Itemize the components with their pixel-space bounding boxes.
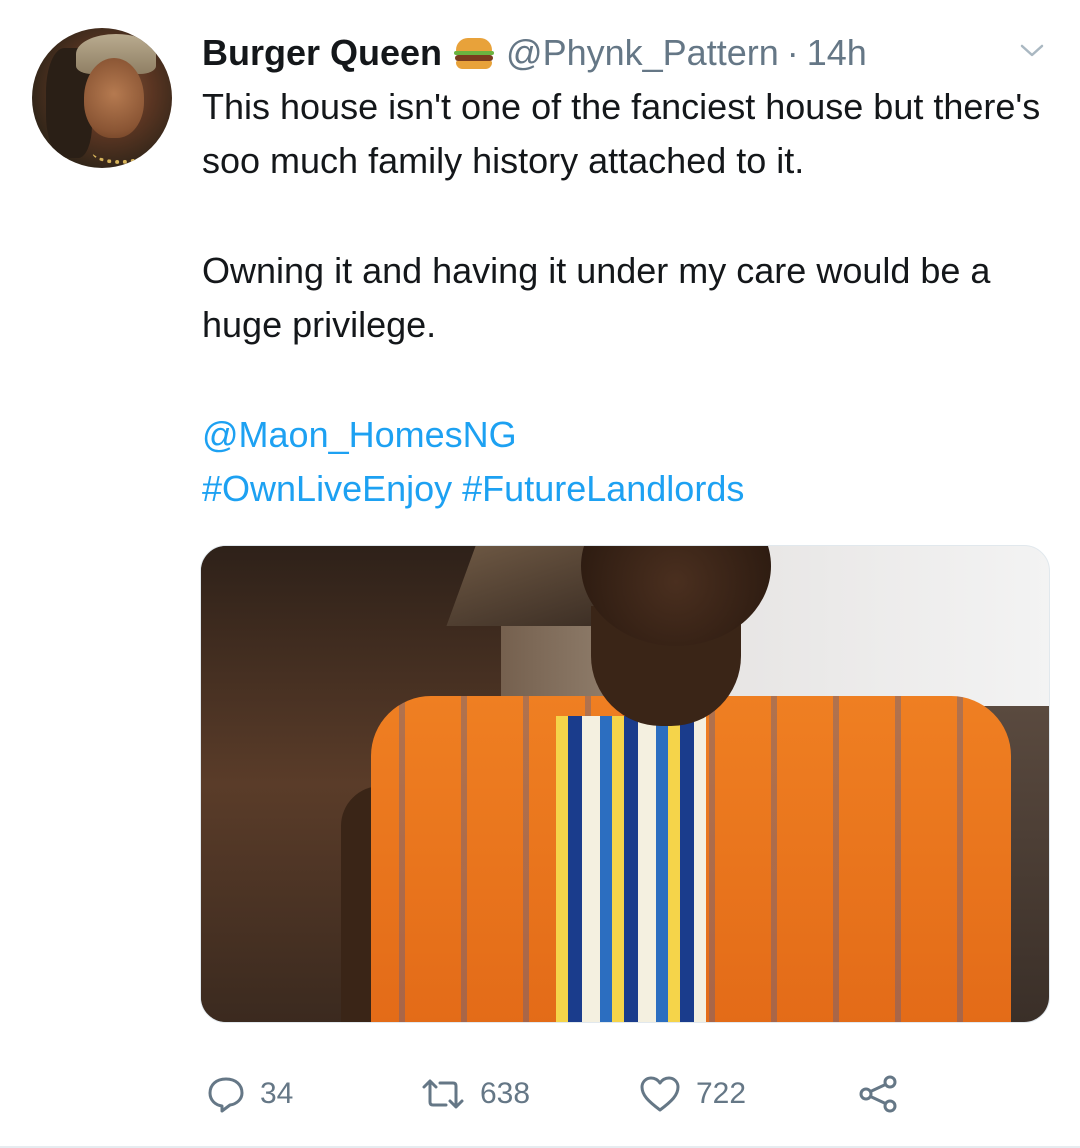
chevron-down-icon[interactable] [1018, 42, 1046, 60]
tweet-paragraph-2: Owning it and having it under my care wo… [202, 250, 991, 345]
retweet-icon [420, 1074, 466, 1114]
like-button[interactable]: 722 [638, 1074, 746, 1114]
reply-icon [206, 1074, 246, 1114]
retweet-count: 638 [480, 1077, 531, 1110]
tweet-actions: 34 638 722 [0, 1064, 1080, 1124]
tweet-photo[interactable] [200, 545, 1050, 1023]
heart-icon [638, 1074, 682, 1114]
avatar[interactable] [32, 28, 172, 168]
tweet-timestamp[interactable]: 14h [807, 32, 867, 74]
author-name[interactable]: Burger Queen [202, 32, 442, 74]
hashtag-link[interactable]: #OwnLiveEnjoy [202, 468, 452, 509]
tweet-paragraph-1: This house isn't one of the fanciest hou… [202, 86, 1041, 181]
photo-shirt-panel [556, 716, 706, 1022]
share-button[interactable] [856, 1074, 900, 1114]
tweet[interactable]: Burger Queen @Phynk_Pattern · 14h This h… [0, 0, 1080, 1148]
tweet-text: This house isn't one of the fanciest hou… [202, 80, 1062, 516]
reply-button[interactable]: 34 [206, 1074, 293, 1114]
mention-link[interactable]: @Maon_HomesNG [202, 414, 517, 455]
avatar-face [84, 58, 144, 138]
retweet-button[interactable]: 638 [420, 1074, 530, 1114]
burger-icon [454, 36, 495, 70]
separator-dot: · [786, 32, 799, 73]
tweet-header: Burger Queen @Phynk_Pattern · 14h [202, 30, 867, 76]
avatar-necklace [92, 140, 148, 164]
author-handle[interactable]: @Phynk_Pattern [506, 32, 779, 74]
share-icon [856, 1074, 900, 1114]
hashtag-link[interactable]: #FutureLandlords [462, 468, 744, 509]
reply-count: 34 [260, 1077, 294, 1110]
like-count: 722 [696, 1077, 747, 1110]
